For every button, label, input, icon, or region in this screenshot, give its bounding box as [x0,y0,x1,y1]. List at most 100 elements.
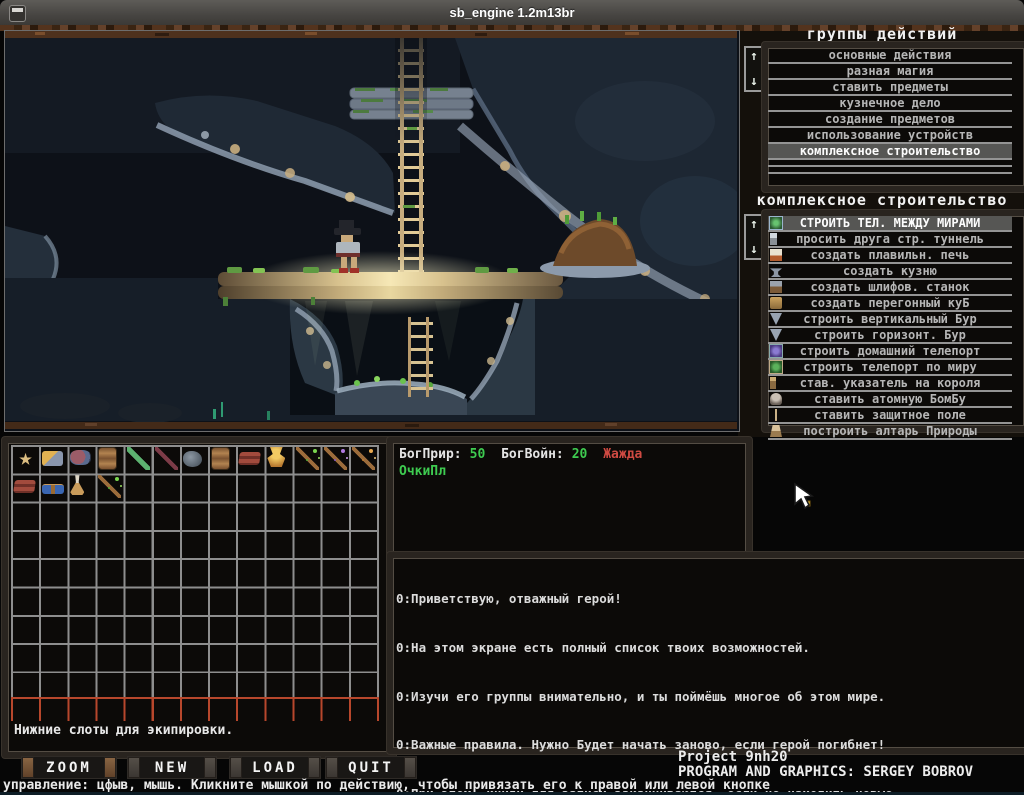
anvil-icon [770,265,782,277]
inventory-grid[interactable] [11,445,379,673]
menu-item[interactable]: создать перегонный куБ [768,296,1012,312]
horizontal-drill-icon [770,329,782,341]
potion-icon[interactable] [70,475,84,495]
menu-item[interactable]: построить алтарь Природы [768,424,1012,440]
world-teleport-icon [770,361,782,373]
scroll-down-button[interactable]: ↓ [750,243,758,256]
glasses-icon[interactable] [42,484,64,494]
window-title: sb_engine 1.2m13br [450,5,575,20]
scroll-down-button[interactable]: ↓ [750,75,758,88]
world-portal-icon [770,217,782,229]
log-line: 0:Приветствую, отважный герой! [396,591,900,607]
mouse-cursor-icon [793,482,823,518]
wand-orange-icon[interactable] [352,447,375,470]
button-cap [204,757,216,778]
menu-item[interactable]: ставить защитное поле [768,408,1012,424]
log-line: 0:Важные правила. Нужно Будет начать зан… [396,737,900,753]
green-pencil-icon[interactable] [127,447,150,470]
scroll-up-button[interactable]: ↑ [750,50,758,63]
button-cap [104,757,116,778]
status-bar: управление: цфыв, мышь. Кликните мышкой … [3,778,770,793]
vertical-drill-icon [770,313,782,325]
wand-green-icon[interactable] [296,447,319,470]
barrel-icon[interactable] [211,447,230,470]
menu-item[interactable]: основные действия [768,48,1012,64]
wand-green-icon[interactable] [98,475,121,498]
actions-scrollbox: ↑ ↓ [744,214,764,260]
menu-item[interactable]: создание предметов [768,112,1012,128]
friend-tunnel-icon [770,233,777,245]
smelter-icon [770,249,782,261]
menu-item[interactable]: ставить атомную БомБу [768,392,1012,408]
menu-item[interactable]: использование устройств [768,128,1012,144]
menu-item-selected[interactable]: комплексное строительство [768,144,1012,160]
message-log: 0:Приветствую, отважный герой! 0:На этом… [396,559,900,795]
quit-button[interactable]: QUIT [326,757,416,778]
menu-item[interactable]: став. указатель на короля [768,376,1012,392]
inventory-grid-stub [11,673,379,699]
menu-item[interactable]: строить горизонт. Бур [768,328,1012,344]
menu-item[interactable]: просить друга стр. туннель [768,232,1012,248]
zoom-button[interactable]: ZOOM [22,757,116,778]
atomic-bomb-icon [770,393,782,405]
menu-item[interactable]: разная магия [768,64,1012,80]
log-line: 0:На этом экране есть полный список твои… [396,640,900,656]
menu-item[interactable]: строить телепорт по миру [768,360,1012,376]
sword-icon[interactable] [155,447,178,470]
groups-scrollbox: ↑ ↓ [744,46,764,92]
new-button[interactable]: NEW [128,757,216,778]
menu-item[interactable]: создать шлифов. станок [768,280,1012,296]
menu-item-empty [768,160,1012,167]
shield-field-icon [770,409,782,421]
button-cap [128,757,140,778]
groups-panel-title: группы действий [742,25,1022,43]
nature-altar-icon [770,425,782,437]
menu-item-empty [768,167,1012,174]
points-label: ОчкиПл [399,463,650,480]
home-teleport-icon [770,345,782,357]
king-signpost-icon [770,377,776,389]
stat-god-nature-label: БогПрир: [399,447,462,462]
golden-idol-icon[interactable] [267,447,285,467]
meat-slab-icon[interactable] [238,452,261,465]
button-cap [22,757,34,778]
meat-slab-icon[interactable] [13,480,36,493]
stat-god-war-label: БогВойн: [501,447,564,462]
game-viewport[interactable] [4,30,740,432]
window-icon [9,5,26,22]
load-button[interactable]: LOAD [230,757,320,778]
button-cap [404,757,416,778]
button-cap [326,757,338,778]
bread-icon[interactable] [42,451,63,466]
title-bar[interactable]: sb_engine 1.2m13br [0,0,1024,26]
button-cap [230,757,242,778]
wand-purple-icon[interactable] [324,447,347,470]
equip-slots-row[interactable] [11,699,379,721]
stone-icon[interactable] [183,451,202,467]
button-cap [308,757,320,778]
stats-readout: БогПрир:50 БогВойн:20 Жажда ОчкиПл [399,446,650,480]
raw-meat-icon[interactable] [70,450,91,465]
menu-item[interactable]: создать кузню [768,264,1012,280]
game-scene[interactable] [5,31,737,429]
actions-panel-title: комплексное строительство [742,191,1022,209]
menu-item[interactable]: создать плавильн. печь [768,248,1012,264]
held-item-sparkle [805,501,810,506]
menu-item[interactable]: кузнечное дело [768,96,1012,112]
thirst-alert: Жажда [603,447,642,462]
stat-god-war-value: 20 [572,447,588,462]
log-line: 0:Изучи его группы внимательно, и ты пой… [396,689,900,705]
menu-item[interactable]: строить вертикальный Бур [768,312,1012,328]
grinder-icon [770,281,782,293]
star-icon[interactable] [14,447,37,470]
project-label: Project 9nh20 [678,749,788,765]
barrel-icon[interactable] [98,447,117,470]
app-window: sb_engine 1.2m13br [0,0,1024,795]
menu-item-selected[interactable]: СТРОИТЬ ТЕЛ. МЕЖДУ МИРАМИ [768,216,1012,232]
inventory-caption: Нижние слоты для экипировки. [14,723,233,738]
menu-item[interactable]: ставить предметы [768,80,1012,96]
distiller-icon [770,297,782,309]
scroll-up-button[interactable]: ↑ [750,218,758,231]
menu-item[interactable]: строить домашний телепорт [768,344,1012,360]
groups-menu: основные действия разная магия ставить п… [768,48,1012,174]
